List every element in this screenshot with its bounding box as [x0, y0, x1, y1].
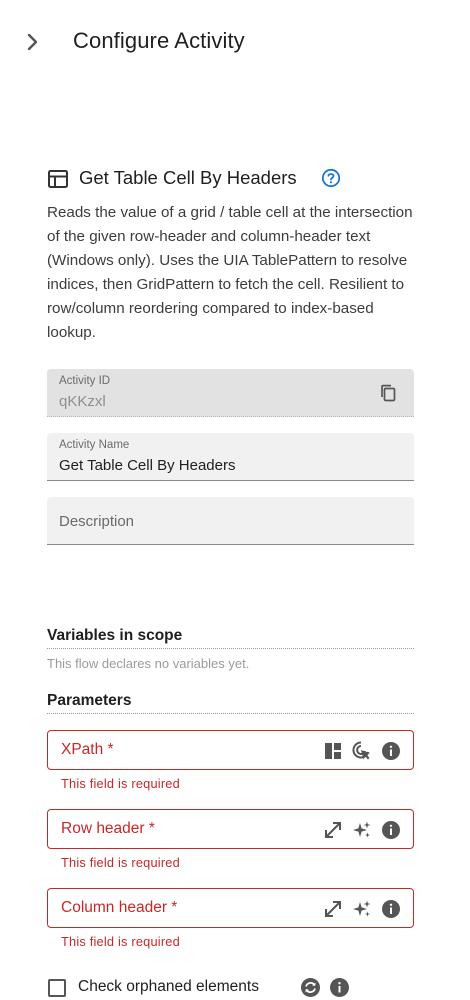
description-field[interactable]: Description [47, 497, 414, 545]
activity-title: Get Table Cell By Headers [79, 167, 297, 188]
info-icon[interactable] [380, 898, 401, 919]
chevron-right-icon [27, 33, 38, 51]
activity-name-field[interactable]: Activity Name Get Table Cell By Headers [47, 433, 414, 481]
check-orphaned-label: Check orphaned elements [78, 978, 259, 995]
row-header-error: This field is required [61, 855, 180, 870]
info-icon[interactable] [380, 740, 401, 761]
table-icon [48, 170, 68, 188]
element-picker-icon[interactable] [351, 740, 372, 761]
info-icon[interactable] [380, 819, 401, 840]
activity-name-label: Activity Name [59, 439, 130, 451]
column-header-error: This field is required [61, 934, 180, 949]
sync-icon[interactable] [300, 977, 321, 998]
xpath-field[interactable]: XPath * [47, 730, 414, 770]
activity-id-field: Activity ID qKKzxl [47, 369, 414, 417]
parameters-section-title: Parameters [47, 692, 414, 714]
variables-section-title: Variables in scope [47, 627, 414, 649]
variables-empty-text: This flow declares no variables yet. [47, 656, 250, 671]
sparkle-icon[interactable] [351, 819, 372, 840]
row-header-field[interactable]: Row header * [47, 809, 414, 849]
column-header-label: Column header * [61, 899, 178, 916]
row-header-label: Row header * [61, 820, 155, 837]
copy-icon[interactable] [378, 383, 398, 403]
sparkle-icon[interactable] [351, 898, 372, 919]
help-icon[interactable] [321, 168, 341, 188]
activity-id-label: Activity ID [59, 375, 111, 387]
collapse-chevron-button[interactable] [20, 28, 46, 56]
xpath-error: This field is required [61, 776, 180, 791]
activity-name-input[interactable]: Get Table Cell By Headers [59, 457, 235, 474]
layout-picker-icon[interactable] [322, 740, 343, 761]
activity-description: Reads the value of a grid / table cell a… [47, 204, 413, 341]
info-icon[interactable] [329, 977, 350, 998]
description-placeholder: Description [59, 513, 135, 530]
expand-icon[interactable] [322, 819, 343, 840]
page-title: Configure Activity [73, 28, 245, 53]
xpath-label: XPath * [61, 741, 114, 758]
column-header-field[interactable]: Column header * [47, 888, 414, 928]
check-orphaned-checkbox[interactable] [48, 979, 66, 997]
activity-id-value: qKKzxl [59, 393, 106, 410]
expand-icon[interactable] [322, 898, 343, 919]
